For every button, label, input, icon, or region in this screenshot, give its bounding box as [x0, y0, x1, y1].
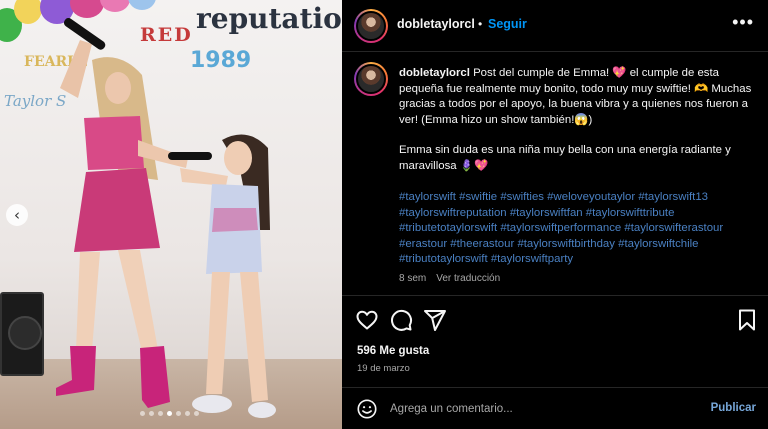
carousel-dot [149, 411, 154, 416]
comment-icon[interactable] [389, 308, 413, 332]
heart-icon[interactable] [355, 308, 379, 332]
hashtag[interactable]: #theerastour [450, 238, 514, 250]
caption-paragraph-1: dobletaylorcl Post del cumple de Emma! 💖… [399, 66, 754, 128]
hashtag[interactable]: #taylorswifterastour [624, 222, 723, 234]
hashtag-list: #taylorswift #swiftie #swifties #welovey… [399, 190, 754, 268]
carousel-dot [176, 411, 181, 416]
carousel-dot [194, 411, 199, 416]
share-icon[interactable] [423, 308, 447, 332]
caption-area: dobletaylorcl Post del cumple de Emma! 💖… [342, 53, 768, 296]
follow-button[interactable]: Seguir [488, 17, 527, 31]
publish-button[interactable]: Publicar [711, 402, 756, 414]
performer-child [180, 134, 276, 418]
hashtag[interactable]: #tributetotaylorswift [399, 222, 497, 234]
hashtag[interactable]: #taylorswiftparty [491, 253, 573, 265]
header-separator: • [478, 17, 483, 31]
action-bar [342, 304, 768, 336]
carousel-dot [185, 411, 190, 416]
hashtag[interactable]: #erastour [399, 238, 447, 250]
likes-count[interactable]: 596 Me gusta [357, 345, 429, 357]
carousel-dots [140, 411, 199, 416]
hashtag[interactable]: #swiftie [459, 191, 497, 203]
post-header: dobletaylorcl • Seguir ••• [342, 0, 768, 52]
caption-avatar[interactable] [354, 62, 388, 96]
hashtag[interactable]: #taylorswiftreputation [399, 207, 507, 219]
time-ago: 8 sem [399, 273, 427, 284]
caption-text: dobletaylorcl Post del cumple de Emma! 💖… [399, 66, 754, 174]
hashtag[interactable]: #taylorswiftchile [618, 238, 698, 250]
hashtag[interactable]: #taylorswifttribute [586, 207, 675, 219]
avatar-image [356, 64, 386, 94]
emoji-icon[interactable] [356, 398, 378, 420]
hashtag[interactable]: #taylorswift [399, 191, 456, 203]
caption-username[interactable]: dobletaylorcl [399, 67, 470, 79]
comment-bar: Publicar [342, 387, 768, 429]
hashtag[interactable]: #taylorswiftperformance [500, 222, 621, 234]
post-panel: dobletaylorcl • Seguir ••• dobletaylorcl… [342, 0, 768, 429]
hashtag[interactable]: #taylorswiftfan [510, 207, 583, 219]
hashtag[interactable]: #tributotaylorswift [399, 253, 488, 265]
hashtag[interactable]: #swifties [500, 191, 544, 203]
avatar-image [356, 11, 386, 41]
hashtag[interactable]: #weloveyoutaylor [547, 191, 635, 203]
carousel-prev-button[interactable]: ‹ [6, 204, 28, 226]
comment-input[interactable] [390, 399, 690, 419]
carousel-dot [158, 411, 163, 416]
avatar[interactable] [354, 9, 388, 43]
header-username[interactable]: dobletaylorcl [397, 17, 475, 31]
bookmark-icon[interactable] [735, 308, 759, 332]
caption-meta: 8 sem Ver traducción [399, 273, 500, 284]
hashtag[interactable]: #taylorswift13 [638, 191, 708, 203]
caption-paragraph-2: Emma sin duda es una niña muy bella con … [399, 143, 754, 174]
carousel-dot [140, 411, 145, 416]
caption-line-2: Emma sin duda es una niña muy bella con … [399, 144, 731, 172]
carousel-dot-active [167, 411, 172, 416]
more-options-icon[interactable]: ••• [732, 12, 754, 33]
post-photo[interactable]: reputation RED 1989 FEARLE Taylor S [0, 0, 342, 429]
see-translation-link[interactable]: Ver traducción [436, 273, 500, 284]
post-date: 19 de marzo [357, 363, 410, 374]
hashtag[interactable]: #taylorswiftbirthday [517, 238, 615, 250]
